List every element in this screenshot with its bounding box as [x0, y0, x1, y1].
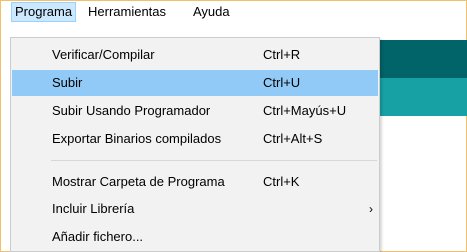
menu-item-shortcut: Ctrl+Mayús+U — [263, 103, 347, 118]
menu-item-label: Añadir fichero... — [52, 229, 144, 244]
menu-ayuda[interactable]: Ayuda — [190, 3, 233, 21]
menu-item-label: Mostrar Carpeta de Programa — [52, 174, 225, 189]
menu-bar: Programa Herramientas Ayuda — [1, 1, 466, 22]
menu-item-mostrar-carpeta[interactable]: Mostrar Carpeta de Programa Ctrl+K — [12, 169, 378, 195]
menu-programa[interactable]: Programa — [11, 2, 77, 22]
menu-item-verificar-compilar[interactable]: Verificar/Compilar Ctrl+R — [12, 42, 378, 68]
menu-item-exportar-binarios[interactable]: Exportar Binarios compilados Ctrl+Alt+S — [12, 126, 378, 152]
menu-item-shortcut: Ctrl+R — [263, 47, 301, 62]
menu-item-label: Subir Usando Programador — [52, 103, 211, 118]
menu-item-shortcut: Ctrl+Alt+S — [263, 131, 323, 146]
menu-item-shortcut: Ctrl+U — [263, 75, 301, 90]
menu-item-label: Exportar Binarios compilados — [52, 131, 222, 146]
tabs-background — [380, 78, 467, 116]
menu-item-incluir-libreria[interactable]: Incluir Librería › — [12, 196, 378, 222]
programa-dropdown-menu: Verificar/Compilar Ctrl+R Subir Ctrl+U S… — [10, 37, 380, 252]
toolbar-background — [380, 40, 467, 78]
menu-separator — [51, 160, 377, 161]
menu-item-shortcut: Ctrl+K — [263, 174, 300, 189]
menu-item-label: Verificar/Compilar — [52, 47, 155, 62]
menu-item-label: Incluir Librería — [52, 201, 135, 216]
chevron-right-icon: › — [369, 202, 373, 216]
menu-herramientas[interactable]: Herramientas — [85, 3, 169, 21]
menu-item-subir[interactable]: Subir Ctrl+U — [12, 70, 378, 96]
menu-item-label: Subir — [52, 75, 83, 90]
menu-item-anadir-fichero[interactable]: Añadir fichero... — [12, 224, 378, 250]
menu-item-subir-usando-programador[interactable]: Subir Usando Programador Ctrl+Mayús+U — [12, 98, 378, 124]
